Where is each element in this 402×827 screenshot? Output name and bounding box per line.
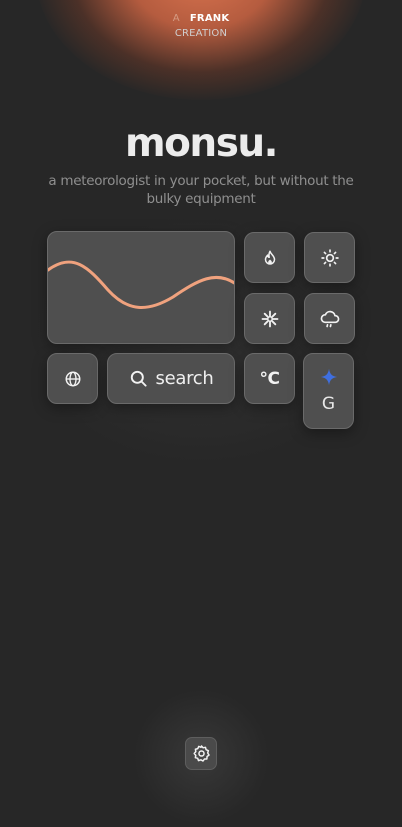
search-icon: [129, 369, 148, 388]
temperature-graph[interactable]: [47, 231, 235, 344]
flame-icon: [261, 249, 279, 267]
snowflake-icon: [260, 309, 280, 329]
fire-button[interactable]: [244, 232, 295, 283]
search-label: search: [156, 368, 214, 389]
rain-button[interactable]: [304, 293, 355, 344]
gear-icon: [192, 744, 211, 763]
app-tagline: a meteorologist in your pocket, but with…: [30, 172, 372, 208]
sparkle-icon: [320, 368, 338, 386]
app-title: monsu.: [0, 121, 402, 166]
settings-button[interactable]: [185, 737, 217, 770]
location-button[interactable]: [47, 353, 98, 404]
search-button[interactable]: search: [107, 353, 235, 404]
cloud-rain-icon: [319, 309, 341, 329]
globe-icon: [64, 370, 82, 388]
credit-line2: CREATION: [0, 26, 402, 41]
creator-credit: A FRANK CREATION: [0, 11, 402, 41]
wave-graph-icon: [48, 232, 235, 344]
sun-icon: [320, 248, 340, 268]
snow-button[interactable]: [244, 293, 295, 344]
gem-letter: G: [322, 394, 335, 414]
gemini-button[interactable]: G: [303, 353, 354, 429]
unit-label: °C: [260, 369, 280, 389]
credit-name: FRANK: [190, 13, 229, 24]
credit-prefix: A: [173, 13, 180, 24]
unit-toggle[interactable]: °C: [244, 353, 295, 404]
sun-button[interactable]: [304, 232, 355, 283]
